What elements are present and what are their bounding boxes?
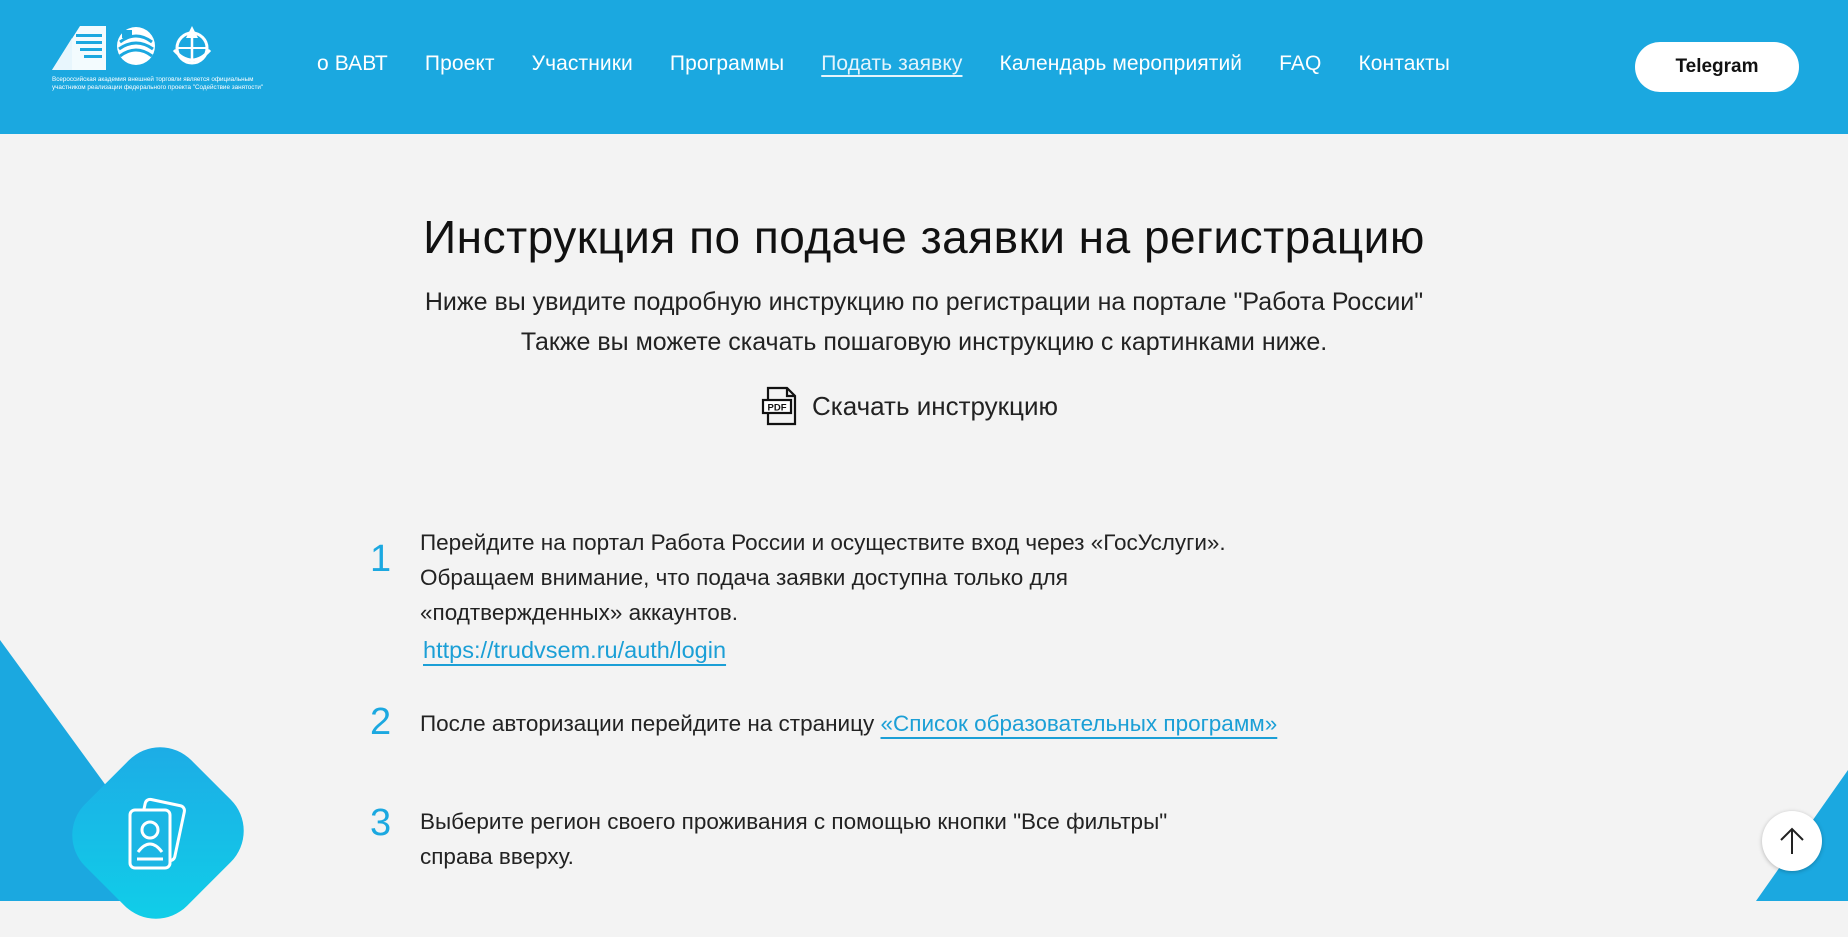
step-1-line-1: Перейдите на портал Работа России и осущ…	[420, 530, 1226, 555]
step-number-1: 1	[370, 538, 392, 580]
logo-block[interactable]: Всероссийская академия внешней торговли …	[50, 24, 263, 104]
nav-item-programs[interactable]: Программы	[670, 52, 784, 76]
download-instruction-link[interactable]: PDF Скачать инструкцию	[760, 386, 1058, 426]
step-3-line-2: справа вверху.	[420, 844, 574, 869]
step-1-line-3: «подтвержденных» аккаунтов.	[420, 600, 739, 625]
nav-item-participants[interactable]: Участники	[532, 52, 633, 76]
main-nav: о ВАВТ Проект Участники Программы Подать…	[317, 52, 1487, 76]
subtitle-line-1: Ниже вы увидите подробную инструкцию по …	[424, 288, 1424, 316]
pdf-icon: PDF	[761, 386, 797, 426]
nav-item-calendar[interactable]: Календарь мероприятий	[999, 52, 1242, 76]
step-3-line-1: Выберите регион своего проживания с помо…	[420, 809, 1168, 834]
subtitle-line-2: Также вы можете скачать пошаговую инстру…	[520, 328, 1328, 356]
nav-item-contacts[interactable]: Контакты	[1358, 52, 1450, 76]
programs-list-link[interactable]: «Список образовательных программ»	[881, 711, 1278, 736]
globe-logo-icon	[172, 26, 212, 65]
arrow-up-icon	[1780, 827, 1804, 854]
step-number-3: 3	[370, 802, 392, 844]
national-projects-logo-icon	[52, 26, 106, 70]
page-title: Инструкция по подаче заявки на регистрац…	[423, 211, 1425, 263]
telegram-button[interactable]: Telegram	[1635, 42, 1799, 92]
id-card-icon	[128, 797, 186, 870]
step-1-line-2: Обращаем внимание, что подача заявки дос…	[420, 565, 1068, 590]
nav-item-project[interactable]: Проект	[425, 52, 495, 76]
trudvsem-login-link[interactable]: https://trudvsem.ru/auth/login	[423, 637, 726, 663]
nav-item-faq[interactable]: FAQ	[1279, 52, 1321, 76]
nav-item-apply[interactable]: Подать заявку	[821, 52, 962, 76]
site-header: Всероссийская академия внешней торговли …	[0, 0, 1848, 134]
step-2-label: После авторизации перейдите на страницу	[420, 711, 881, 736]
vavt-logo-icon	[117, 27, 155, 65]
download-label: Скачать инструкцию	[812, 390, 1058, 421]
step-2-text: После авторизации перейдите на страницу …	[420, 706, 1277, 741]
pdf-icon-label: PDF	[768, 403, 787, 414]
logo-caption: Всероссийская академия внешней торговли …	[52, 76, 264, 91]
step-3-text: Выберите регион своего проживания с помо…	[420, 804, 1167, 874]
step-1-text: Перейдите на портал Работа России и осущ…	[420, 525, 1226, 668]
nav-item-about[interactable]: о ВАВТ	[317, 52, 388, 76]
scroll-to-top-button[interactable]	[1762, 811, 1822, 871]
step-number-2: 2	[370, 701, 392, 743]
